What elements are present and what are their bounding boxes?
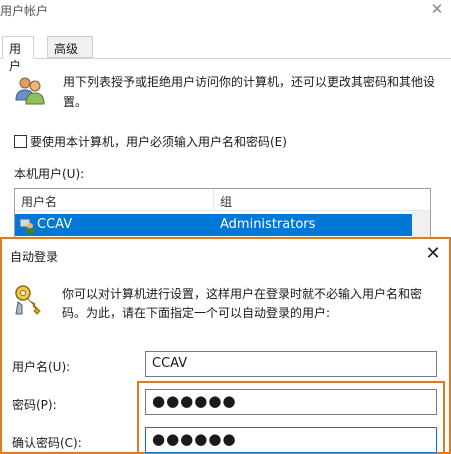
- user-accounts-window: 用户帐户 ✕ 用户 高级 用下列表授予或拒绝用户访问你的计算机，还可以更改其密码…: [0, 0, 451, 240]
- require-login-checkbox[interactable]: [14, 134, 27, 148]
- dialog-description: 你可以对计算机进行设置，这样用户在登录时就不必输入用户名和密码。为此，请在下面指…: [62, 287, 423, 320]
- username-field[interactable]: CCAV: [145, 351, 437, 377]
- tab-users[interactable]: 用户: [2, 36, 34, 73]
- password-highlight-box: [137, 381, 445, 454]
- cell-group: Administrators: [220, 217, 316, 232]
- column-header-username[interactable]: 用户名: [21, 193, 57, 210]
- confirm-password-label: 确认密码(C):: [12, 436, 82, 450]
- table-row[interactable]: CCAV Administrators: [15, 214, 412, 236]
- column-divider[interactable]: [213, 189, 214, 211]
- users-table: 用户名 组 CCAV Administrators: [14, 188, 431, 240]
- auto-login-dialog: 自动登录 ✕ 你可以对计算机进行设置，这样用户在登录时就不必输入用户名和密码。为…: [0, 237, 451, 454]
- window-title: 用户帐户: [0, 4, 49, 18]
- table-scrollbar[interactable]: [412, 211, 430, 240]
- password-label: 密码(P):: [12, 398, 57, 412]
- users-icon: [15, 77, 45, 105]
- table-header: 用户名 组: [15, 189, 430, 211]
- close-icon[interactable]: ✕: [429, 0, 445, 18]
- users-description: 用下列表授予或拒绝用户访问你的计算机，还可以更改其密码和其他设置。: [63, 75, 436, 109]
- close-icon[interactable]: ✕: [425, 243, 441, 264]
- tab-advanced[interactable]: 高级: [47, 36, 93, 58]
- column-header-group[interactable]: 组: [220, 193, 232, 210]
- require-login-label: 要使用本计算机，用户必须输入用户名和密码(E): [30, 134, 287, 149]
- dialog-title: 自动登录: [10, 250, 59, 264]
- require-login-option[interactable]: 要使用本计算机，用户必须输入用户名和密码(E): [14, 133, 287, 149]
- user-row-icon: [19, 218, 35, 233]
- title-bar: 用户帐户 ✕: [0, 0, 451, 22]
- cell-username: CCAV: [37, 217, 73, 232]
- key-icon: [15, 285, 41, 315]
- username-label: 用户名(U):: [12, 360, 71, 374]
- local-users-label: 本机用户(U):: [14, 167, 85, 181]
